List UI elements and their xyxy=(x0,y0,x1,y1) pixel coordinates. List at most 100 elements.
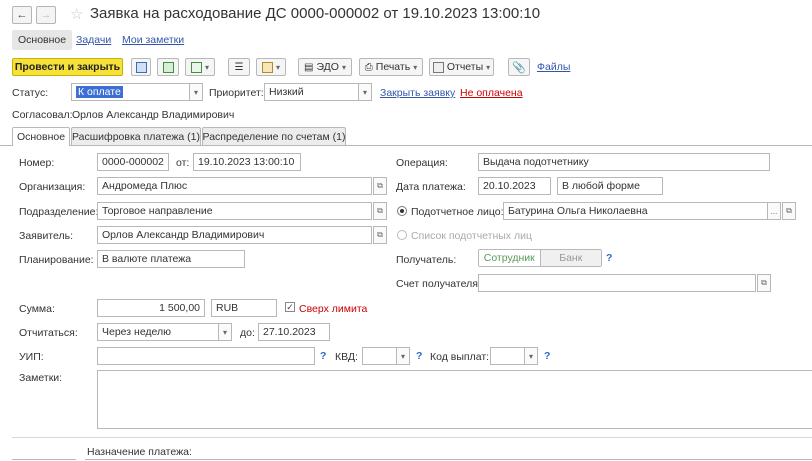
purpose-label: Назначение платежа: xyxy=(87,446,192,458)
close-request-link[interactable]: Закрыть заявку xyxy=(380,87,455,99)
chevron-down-icon: ▾ xyxy=(341,62,346,72)
accountable-person-field[interactable]: Батурина Ольга Николаевна ... xyxy=(503,202,781,220)
number-field[interactable]: 0000-000002 xyxy=(97,153,169,171)
tab-payment-breakdown[interactable]: Расшифровка платежа (1) xyxy=(71,127,201,145)
applicant-label: Заявитель: xyxy=(19,230,74,242)
recipient-option-employee[interactable]: Сотрудник xyxy=(479,250,541,266)
list-button[interactable]: ☰ xyxy=(228,58,250,76)
chevron-down-icon[interactable]: ▾ xyxy=(218,324,231,340)
unpaid-link[interactable]: Не оплачена xyxy=(460,87,523,99)
payment-date-field[interactable]: 20.10.2023 xyxy=(478,177,551,195)
over-limit-label: Сверх лимита xyxy=(299,303,368,315)
pay-code-label: Код выплат: xyxy=(430,351,490,363)
approved-label: Согласовал: xyxy=(12,109,73,121)
chevron-down-icon[interactable]: ▾ xyxy=(396,348,409,364)
open-recipient-account-icon[interactable]: ⧉ xyxy=(757,274,771,292)
over-limit-checkbox[interactable]: ✓ xyxy=(285,302,295,312)
accountable-person-label: Подотчетное лицо: xyxy=(411,206,504,218)
uip-field[interactable] xyxy=(97,347,315,365)
notes-textarea[interactable] xyxy=(97,370,812,429)
planning-field[interactable]: В валюте платежа xyxy=(97,250,245,268)
section-tab-notes[interactable]: Мои заметки xyxy=(122,34,184,46)
kvd-select[interactable]: ▾ xyxy=(362,347,410,365)
post-button[interactable] xyxy=(157,58,179,76)
kvd-help-icon[interactable]: ? xyxy=(416,350,422,362)
back-button[interactable]: ← xyxy=(12,6,32,24)
save-icon xyxy=(135,61,147,73)
chevron-down-icon: ▾ xyxy=(413,62,418,72)
accountable-person-radio[interactable] xyxy=(397,206,407,216)
more-icon[interactable]: ... xyxy=(767,203,780,219)
department-field[interactable]: Торговое направление xyxy=(97,202,372,220)
operation-field[interactable]: Выдача подотчетнику xyxy=(478,153,770,171)
post-and-close-button[interactable]: Провести и закрыть xyxy=(12,58,123,76)
pay-code-select[interactable]: ▾ xyxy=(490,347,538,365)
create-based-on-button[interactable]: ▾ xyxy=(185,58,215,76)
paperclip-icon: 📎 xyxy=(512,61,526,74)
tab-main[interactable]: Основное xyxy=(12,127,70,146)
recipient-account-label: Счет получателя: xyxy=(396,278,481,290)
section-tab-tasks[interactable]: Задачи xyxy=(76,34,111,46)
uip-label: УИП: xyxy=(19,351,44,363)
priority-select[interactable]: Низкий ▾ xyxy=(264,83,372,101)
print-label: Печать xyxy=(375,61,411,73)
open-department-icon[interactable]: ⧉ xyxy=(373,202,387,220)
applicant-field[interactable]: Орлов Александр Владимирович xyxy=(97,226,372,244)
attach-button[interactable]: 📎 xyxy=(508,58,530,76)
purpose-side-line xyxy=(12,459,76,460)
sum-field[interactable]: 1 500,00 xyxy=(97,299,205,317)
arrow-right-icon: → xyxy=(40,9,52,21)
approved-value: Орлов Александр Владимирович xyxy=(72,109,235,121)
chevron-down-icon[interactable]: ▾ xyxy=(189,84,202,100)
print-button[interactable]: ⎙ Печать ▾ xyxy=(359,58,423,76)
save-button[interactable] xyxy=(131,58,151,76)
date-field[interactable]: 19.10.2023 13:00:10 xyxy=(193,153,301,171)
tab-account-distribution[interactable]: Распределение по счетам (1) xyxy=(202,127,346,145)
report-label: Отчитаться: xyxy=(19,327,78,339)
files-link[interactable]: Файлы xyxy=(537,61,570,73)
post-document-icon xyxy=(162,61,174,73)
window-title: Заявка на расходование ДС 0000-000002 от… xyxy=(90,5,541,22)
recipient-option-bank[interactable]: Банк xyxy=(540,250,601,266)
department-label: Подразделение: xyxy=(19,206,99,218)
payment-date-label: Дата платежа: xyxy=(396,181,466,193)
open-organization-icon[interactable]: ⧉ xyxy=(373,177,387,195)
chevron-down-icon: ▾ xyxy=(204,62,209,72)
recipient-toggle[interactable]: Сотрудник Банк xyxy=(478,249,602,267)
purpose-field-top[interactable] xyxy=(85,459,812,460)
tabs-divider xyxy=(0,145,812,146)
priority-value: Низкий xyxy=(269,86,304,98)
related-documents-button[interactable]: ▾ xyxy=(256,58,286,76)
currency-field[interactable]: RUB xyxy=(211,299,277,317)
report-period-select[interactable]: Через неделю ▾ xyxy=(97,323,232,341)
chevron-down-icon[interactable]: ▾ xyxy=(358,84,371,100)
report-period-value: Через неделю xyxy=(102,326,172,338)
organization-field[interactable]: Андромеда Плюс xyxy=(97,177,372,195)
recipient-help-icon[interactable]: ? xyxy=(606,252,612,264)
until-date-field[interactable]: 27.10.2023 xyxy=(258,323,330,341)
forward-button[interactable]: → xyxy=(36,6,56,24)
chevron-down-icon[interactable]: ▾ xyxy=(524,348,537,364)
list-icon: ☰ xyxy=(234,61,244,73)
priority-label: Приоритет: xyxy=(209,87,264,99)
document-icon xyxy=(261,61,273,73)
favorite-star-icon[interactable]: ☆ xyxy=(70,5,83,23)
recipient-label: Получатель: xyxy=(396,254,457,266)
section-tab-main[interactable]: Основное xyxy=(12,30,73,50)
from-label: от: xyxy=(176,157,190,169)
accountable-list-radio[interactable] xyxy=(397,230,407,240)
reports-button[interactable]: Отчеты ▾ xyxy=(429,58,494,76)
open-applicant-icon[interactable]: ⧉ xyxy=(373,226,387,244)
open-accountable-icon[interactable]: ⧉ xyxy=(782,202,796,220)
edo-label: ЭДО xyxy=(316,61,339,73)
uip-help-icon[interactable]: ? xyxy=(320,350,326,362)
reports-label: Отчеты xyxy=(446,61,484,73)
payment-form-field[interactable]: В любой форме xyxy=(557,177,663,195)
report-icon xyxy=(432,61,444,73)
status-select[interactable]: К оплате ▾ xyxy=(71,83,203,101)
sum-label: Сумма: xyxy=(19,303,55,315)
recipient-account-field[interactable] xyxy=(478,274,756,292)
pay-code-help-icon[interactable]: ? xyxy=(544,350,550,362)
edo-button[interactable]: ▤ ЭДО ▾ xyxy=(298,58,352,76)
edo-icon: ▤ xyxy=(304,61,314,73)
